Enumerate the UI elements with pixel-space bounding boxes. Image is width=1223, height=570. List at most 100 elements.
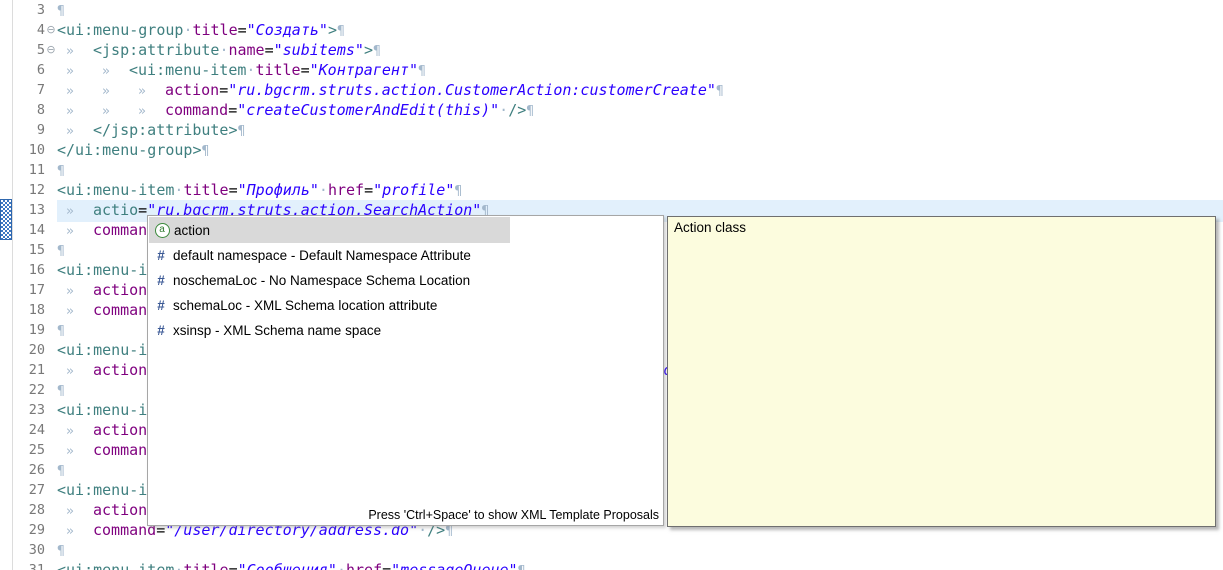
code-token-eol: ¶ bbox=[716, 84, 724, 99]
code-token-str: "Сообщения" bbox=[238, 561, 337, 570]
xml-editor-screen: 3¶4⊖<ui:menu-group·title="Создать">¶5⊖»<… bbox=[0, 0, 1223, 570]
code-text: ¶ bbox=[57, 540, 1223, 562]
code-line[interactable]: 8»»»command="createCustomerAndEdit(this)… bbox=[0, 100, 1223, 120]
code-token-eq: = bbox=[364, 181, 373, 199]
line-number: 27 bbox=[13, 480, 45, 500]
code-token-tab: » bbox=[93, 82, 129, 102]
fold-collapse-icon[interactable]: ⊖ bbox=[45, 20, 57, 39]
code-line[interactable]: 9 »</jsp:attribute>¶ bbox=[0, 120, 1223, 140]
code-token-eol: ¶ bbox=[454, 184, 462, 199]
code-line[interactable]: 12<ui:menu-item·title="Профиль"·href="pr… bbox=[0, 180, 1223, 200]
code-token-tab: » bbox=[93, 102, 129, 122]
completion-item[interactable]: #schemaLoc - XML Schema location attribu… bbox=[148, 293, 663, 318]
code-token-eol: ¶ bbox=[526, 104, 534, 119]
code-line[interactable]: 10</ui:menu-group>¶ bbox=[0, 140, 1223, 160]
code-token-eol: ¶ bbox=[418, 64, 426, 79]
hash-icon: # bbox=[157, 273, 165, 288]
code-token-attr: comman bbox=[93, 441, 147, 459]
attribute-icon: a bbox=[154, 223, 170, 238]
line-number: 29 bbox=[13, 520, 45, 540]
code-token-eol: ¶ bbox=[202, 144, 210, 159]
code-token-attr: action bbox=[93, 361, 147, 379]
code-token-eol: ¶ bbox=[518, 564, 526, 570]
code-token-eq: = bbox=[238, 21, 247, 39]
code-token-tag: <ui:menu-item bbox=[129, 61, 246, 79]
code-token-tab: » bbox=[129, 102, 165, 122]
line-number: 18 bbox=[13, 300, 45, 320]
line-number: 30 bbox=[13, 540, 45, 560]
code-token-str: "Профиль" bbox=[238, 181, 319, 199]
code-token-eq: = bbox=[138, 201, 147, 219]
code-line[interactable]: 11 ¶ bbox=[0, 160, 1223, 180]
code-text: ¶ bbox=[57, 160, 1223, 182]
completion-label: xsinsp - XML Schema name space bbox=[173, 323, 381, 338]
completion-list[interactable]: aaction#default namespace - Default Name… bbox=[148, 216, 663, 343]
line-number: 25 bbox=[13, 440, 45, 460]
attribute-icon: a bbox=[155, 223, 170, 238]
code-token-attr: comman bbox=[93, 221, 147, 239]
code-line[interactable]: 31<ui:menu-item·title="Сообщения"·href="… bbox=[0, 560, 1223, 570]
annotation-ruler bbox=[0, 0, 13, 570]
line-number: 17 bbox=[13, 280, 45, 300]
code-token-eol: ¶ bbox=[57, 324, 65, 339]
completion-label: noschemaLoc - No Namespace Schema Locati… bbox=[173, 273, 470, 288]
code-token-tab: » bbox=[57, 122, 93, 142]
code-token-tab: » bbox=[57, 422, 93, 442]
code-text: »»<ui:menu-item·title="Контрагент"¶ bbox=[57, 60, 1223, 82]
code-token-tab: » bbox=[57, 302, 93, 322]
code-token-eol: ¶ bbox=[445, 524, 453, 539]
code-token-str: "profile" bbox=[373, 181, 454, 199]
code-line[interactable]: 6»»<ui:menu-item·title="Контрагент"¶ bbox=[0, 60, 1223, 80]
hash-icon: # bbox=[157, 298, 165, 313]
line-number: 9 bbox=[13, 120, 45, 140]
code-text: </ui:menu-group>¶ bbox=[57, 140, 1223, 162]
code-token-tag: <jsp:attribute bbox=[93, 41, 219, 59]
code-line[interactable]: 3¶ bbox=[0, 0, 1223, 20]
code-token-tag: /> bbox=[508, 101, 526, 119]
proposal-info-tooltip: Action class bbox=[667, 216, 1216, 527]
code-token-eol: ¶ bbox=[57, 464, 65, 479]
code-token-eol: ¶ bbox=[57, 384, 65, 399]
code-token-tab: » bbox=[57, 62, 93, 82]
code-token-eq: = bbox=[228, 101, 237, 119]
line-number: 8 bbox=[13, 100, 45, 120]
code-token-attr: title bbox=[183, 181, 228, 199]
fold-collapse-icon[interactable]: ⊖ bbox=[45, 40, 57, 59]
code-token-sp: · bbox=[319, 181, 328, 199]
code-token-eol: ¶ bbox=[57, 164, 65, 179]
code-line[interactable]: 5⊖»<jsp:attribute·name="subitems">¶ bbox=[0, 40, 1223, 60]
hash-icon: # bbox=[153, 298, 169, 313]
code-text: <ui:menu-group·title="Создать">¶ bbox=[57, 20, 1223, 42]
code-token-tab: » bbox=[57, 442, 93, 462]
line-number: 22 bbox=[13, 380, 45, 400]
code-token-tag: > bbox=[328, 21, 337, 39]
hash-icon: # bbox=[153, 248, 169, 263]
code-line[interactable]: 30 ¶ bbox=[0, 540, 1223, 560]
code-token-tab: » bbox=[57, 202, 93, 222]
line-number: 4 bbox=[13, 20, 45, 40]
completion-item[interactable]: #xsinsp - XML Schema name space bbox=[148, 318, 663, 343]
code-token-eq: = bbox=[265, 41, 274, 59]
completion-item[interactable]: aaction bbox=[149, 217, 510, 243]
code-text: »</jsp:attribute>¶ bbox=[57, 120, 1223, 142]
code-line[interactable]: 7»»»action="ru.bgcrm.struts.action.Custo… bbox=[0, 80, 1223, 100]
code-token-str: "Контрагент" bbox=[310, 61, 418, 79]
code-token-attr: action bbox=[165, 81, 219, 99]
line-number: 11 bbox=[13, 160, 45, 180]
code-token-tab: » bbox=[129, 82, 165, 102]
code-token-tab: » bbox=[57, 42, 93, 62]
line-number: 13 bbox=[13, 200, 45, 220]
line-number: 26 bbox=[13, 460, 45, 480]
completion-item[interactable]: #default namespace - Default Namespace A… bbox=[148, 243, 663, 268]
code-text: »<jsp:attribute·name="subitems">¶ bbox=[57, 40, 1223, 62]
content-assist-popup[interactable]: aaction#default namespace - Default Name… bbox=[147, 215, 664, 526]
code-token-str: "messageQueue" bbox=[391, 561, 517, 570]
line-number: 15 bbox=[13, 240, 45, 260]
code-token-attr: action bbox=[93, 421, 147, 439]
line-number: 23 bbox=[13, 400, 45, 420]
code-token-sp: · bbox=[499, 101, 508, 119]
code-line[interactable]: 4⊖<ui:menu-group·title="Создать">¶ bbox=[0, 20, 1223, 40]
code-token-attr: title bbox=[255, 61, 300, 79]
completion-item[interactable]: # noschemaLoc - No Namespace Schema Locat… bbox=[148, 268, 663, 293]
code-token-tag: <ui:menu-i bbox=[57, 481, 147, 499]
